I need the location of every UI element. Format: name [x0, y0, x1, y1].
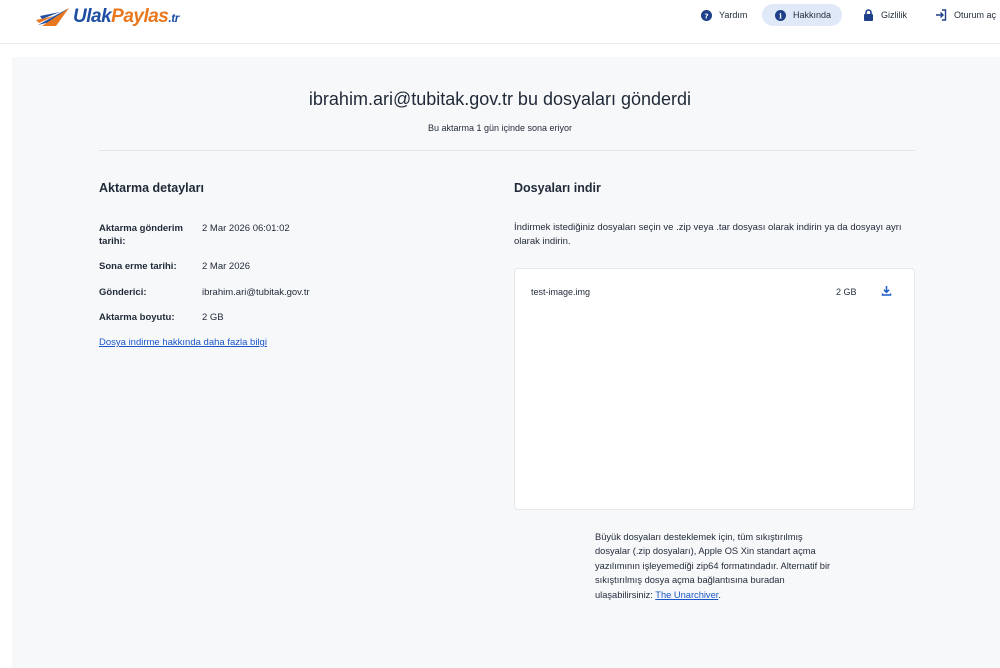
- download-heading: Dosyaları indir: [514, 181, 601, 195]
- zip64-note-end: .: [718, 589, 721, 600]
- details-heading: Aktarma detayları: [99, 181, 204, 195]
- detail-row-sent-date: Aktarma gönderim tarihi: 2 Mar 2026 06:0…: [99, 222, 290, 248]
- detail-label: Gönderici:: [99, 287, 147, 298]
- file-name: test-image.img: [531, 287, 591, 297]
- top-header: UlakPaylas.tr ? Yardım i Hakkında Gizlil…: [0, 0, 1000, 44]
- page-title: ibrahim.ari@tubitak.gov.tr bu dosyaları …: [308, 89, 692, 109]
- nav-privacy-label: Gizlilik: [881, 10, 907, 20]
- nav-help[interactable]: ? Yardım: [700, 4, 747, 26]
- download-description: İndirmek istediğiniz dosyaları seçin ve …: [514, 222, 902, 247]
- download-icon[interactable]: [881, 285, 893, 297]
- svg-text:?: ?: [704, 11, 708, 20]
- detail-value: ibrahim.ari@tubitak.gov.tr: [202, 287, 310, 298]
- detail-label: Aktarma boyutu:: [99, 312, 175, 323]
- svg-text:i: i: [779, 11, 782, 20]
- expiry-notice: Bu aktarma 1 gün içinde sona eriyor: [427, 123, 573, 133]
- nav-login-label: Oturum aç: [954, 10, 997, 20]
- nav-login[interactable]: Oturum aç: [935, 4, 996, 26]
- logo-wordmark: UlakPaylas.tr: [73, 6, 179, 27]
- detail-row-expiry-date: Sona erme tarihi: 2 Mar 2026: [99, 260, 250, 273]
- file-list: test-image.img 2 GB: [514, 268, 915, 510]
- nav-help-label: Yardım: [719, 10, 748, 20]
- detail-value: 2 Mar 2026 06:01:02: [202, 223, 290, 234]
- file-size: 2 GB: [836, 287, 857, 297]
- nav-about[interactable]: i Hakkında: [762, 4, 842, 26]
- help-circle-icon: ?: [700, 9, 712, 21]
- zip64-note: Büyük dosyaları desteklemek için, tüm sı…: [595, 530, 840, 602]
- detail-row-sender: Gönderici: ibrahim.ari@tubitak.gov.tr: [99, 286, 310, 299]
- detail-row-size: Aktarma boyutu: 2 GB: [99, 311, 224, 324]
- detail-label: Sona erme tarihi:: [99, 261, 177, 272]
- login-icon: [935, 9, 947, 21]
- file-row[interactable]: test-image.img 2 GB: [515, 285, 914, 301]
- unarchiver-link[interactable]: The Unarchiver: [655, 590, 718, 600]
- nav-about-label: Hakkında: [793, 10, 832, 20]
- section-divider: [99, 150, 915, 151]
- ulakpaylas-logo[interactable]: UlakPaylas.tr: [36, 4, 179, 30]
- paper-plane-logo-icon: [36, 8, 69, 26]
- nav-privacy[interactable]: Gizlilik: [862, 4, 907, 26]
- info-circle-icon: i: [774, 9, 786, 21]
- detail-value: 2 GB: [202, 312, 224, 323]
- lock-icon: [862, 9, 874, 21]
- detail-label: Aktarma gönderim tarihi:: [99, 223, 183, 247]
- more-info-link[interactable]: Dosya indirme hakkında daha fazla bilgi: [99, 337, 267, 348]
- detail-value: 2 Mar 2026: [202, 261, 251, 272]
